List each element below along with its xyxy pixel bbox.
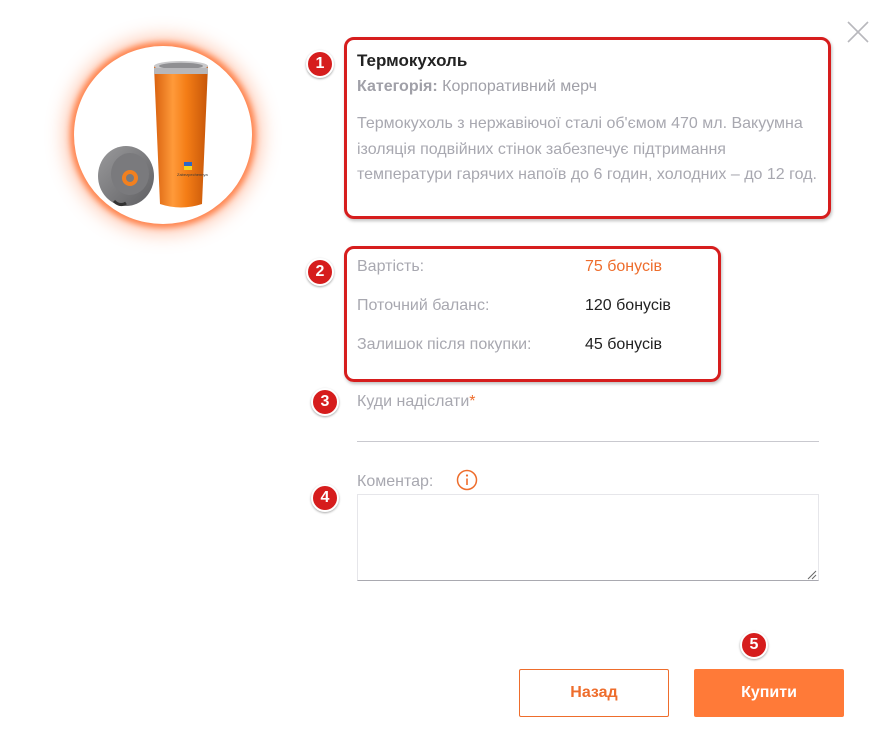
balance-label: Поточний баланс: bbox=[357, 297, 490, 314]
annotation-marker-4: 4 bbox=[311, 484, 339, 512]
resize-handle-icon[interactable] bbox=[806, 569, 817, 580]
comment-label: Коментар: bbox=[357, 473, 434, 490]
balance-value: 120 бонусів bbox=[585, 297, 671, 314]
back-button[interactable]: Назад bbox=[519, 669, 669, 717]
remaining-label: Залишок після покупки: bbox=[357, 336, 532, 353]
comment-textarea[interactable] bbox=[357, 494, 819, 581]
buy-button[interactable]: Купити bbox=[694, 669, 844, 717]
remaining-value: 45 бонусів bbox=[585, 336, 663, 353]
category-key: Категорія: bbox=[357, 78, 438, 95]
annotation-marker-3: 3 bbox=[311, 388, 339, 416]
required-mark: * bbox=[469, 393, 476, 410]
annotation-marker-2: 2 bbox=[306, 258, 334, 286]
product-image: Zabezpechennya bbox=[74, 46, 252, 224]
cost-value: 75 бонусів bbox=[585, 258, 663, 275]
close-icon bbox=[847, 21, 869, 43]
brand-text: Zabezpechennya bbox=[177, 172, 208, 177]
address-label: Куди надіслати* bbox=[357, 393, 476, 411]
category-value: Корпоративний мерч bbox=[442, 78, 597, 95]
address-input[interactable] bbox=[357, 416, 819, 442]
cost-label: Вартість: bbox=[357, 258, 425, 275]
address-label-text: Куди надіслати bbox=[357, 393, 470, 410]
product-title: Термокухоль bbox=[357, 51, 468, 70]
product-category: Категорія: Корпоративний мерч bbox=[357, 78, 597, 96]
product-description: Термокухоль з нержавіючої сталі об'ємом … bbox=[357, 115, 817, 183]
annotation-marker-5: 5 bbox=[740, 631, 768, 659]
close-button[interactable] bbox=[846, 20, 870, 44]
annotation-marker-1: 1 bbox=[306, 50, 334, 78]
thermo-mug-image: Zabezpechennya bbox=[98, 61, 208, 208]
info-icon[interactable] bbox=[456, 469, 478, 491]
